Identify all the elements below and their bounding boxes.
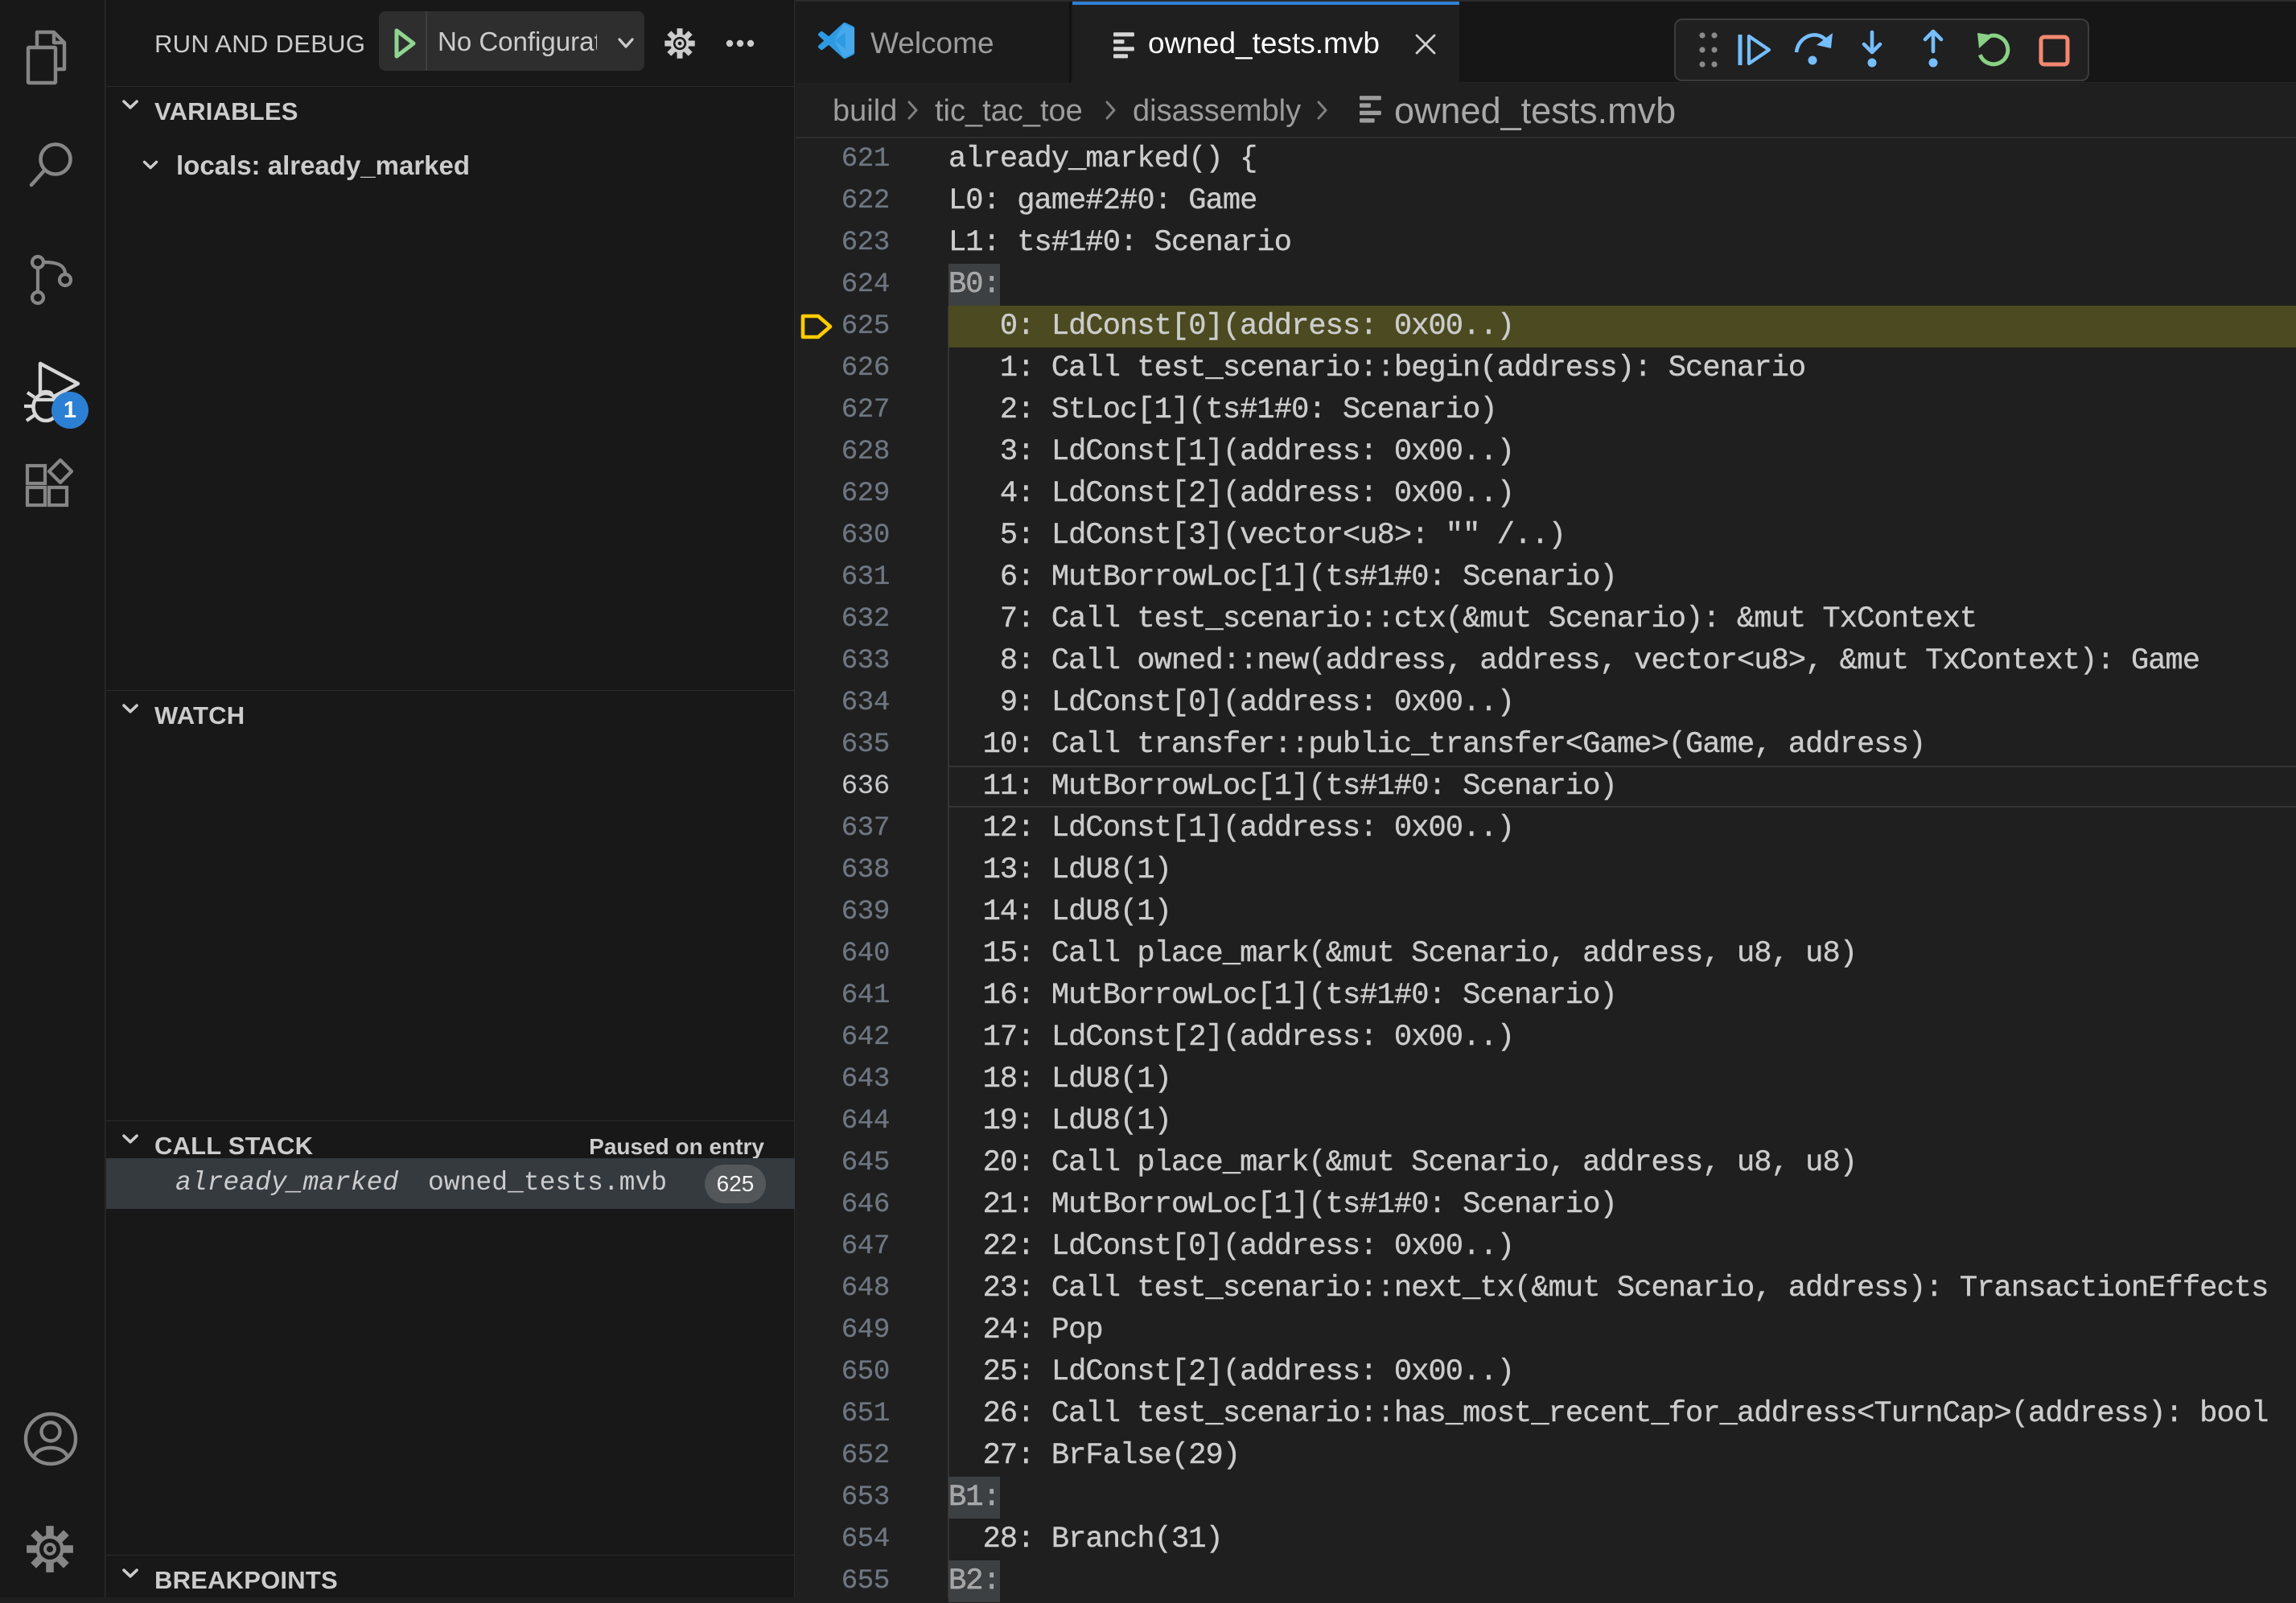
svg-text:1: 1 bbox=[64, 397, 76, 423]
